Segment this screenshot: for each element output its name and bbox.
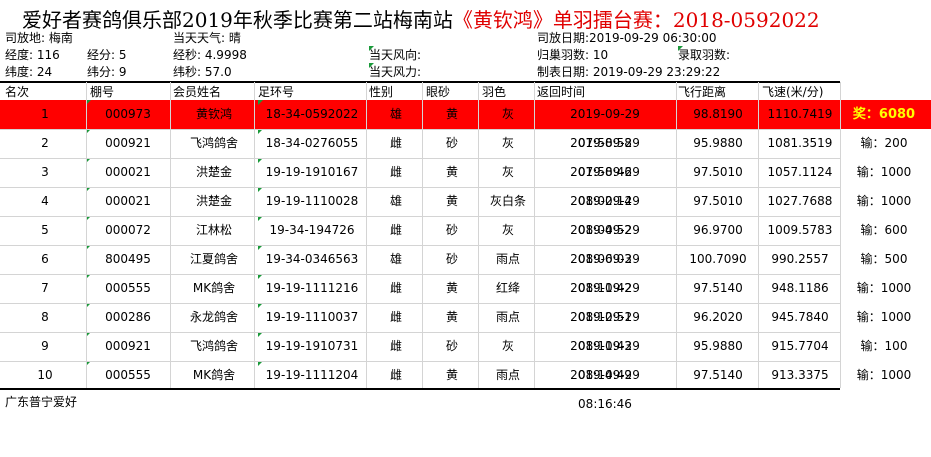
sheet-title: 爱好者赛鸽俱乐部2019年秋季比赛第二站梅南站《黄钦鸿》单羽擂台赛：2018-0… [22,4,820,32]
table-row[interactable]: 2 000921 飞鸿鸽舍 18-34-0276055 雌砂灰 2019-09-29 07… [0,129,931,179]
grid-line [86,82,87,388]
grid-line [840,82,841,388]
header-speed: 飞速(米/分) [762,85,824,99]
grid-line [478,82,479,388]
grid-line [0,245,840,246]
table-row[interactable]: 8 000286 永龙鸽舍 19-19-1110037 雌黄雨点 2019-09-29 0… [0,303,931,353]
table-row[interactable]: 9 000921 飞鸿鸽舍 19-19-1910731 雌砂灰 2019-09-29 08… [0,332,931,382]
grid-line [534,82,535,388]
wind-force: 当天风力: [369,65,422,79]
header-distance: 飞行距离 [678,85,727,99]
header-rank: 名次 [5,85,30,99]
header-ring: 足环号 [258,85,295,99]
latitude: 纬度: 24 [5,65,53,79]
header-eye: 眼砂 [426,85,451,99]
grid-line [0,187,840,188]
release-place: 司放地: 梅南 [5,31,73,45]
header-time: 返回时间 [537,85,586,99]
header-top-border [0,81,840,83]
grid-line [0,303,840,304]
returned-count: 归巢羽数: 10 [537,48,609,62]
grid-line [0,129,840,130]
cell-time[interactable]: 2019-09-29 08:11:42 [545,245,665,295]
grid-line [422,82,423,388]
grid-line [0,361,840,362]
latitude-second: 纬秒: 57.0 [173,65,232,79]
cell-time[interactable]: 2019-09-29 07:58:46 [545,129,665,179]
grid-line [0,158,840,159]
table-row[interactable]: 10 000555 MK鸽舍 19-19-1111204 雌黄雨点 2019-09-29 … [0,361,931,411]
cell-marker-icon [258,100,263,105]
table-row[interactable]: 4 000021 洪楚金 19-19-1110028 雄黄灰白条 2019-09-29 0… [0,187,931,237]
grid-line [0,332,840,333]
cell-time[interactable]: 2019-09-29 08:06:03 [545,216,665,266]
table-row[interactable]: 5 000072 江林松 19-34-194726 雌砂灰 2019-09-29 08:0… [0,216,931,266]
header-loft: 棚号 [90,85,115,99]
cell-marker-icon [369,46,374,51]
grid-line [0,274,840,275]
header-sex: 性别 [369,85,394,99]
cell-marker-icon [369,63,374,68]
cell-time[interactable]: 2019-09-29 07:58:58 [545,100,665,150]
cell-time[interactable]: 2019-09-29 08:02:14 [545,158,665,208]
wind-direction: 当天风向: [369,48,422,62]
header-member: 会员姓名 [173,85,222,99]
longitude: 经度: 116 [5,48,60,62]
footer-text: 广东普宁爱好 [5,395,78,409]
grid-line [366,82,367,388]
table-bottom-border [0,388,840,390]
cell-time[interactable]: 2019-09-29 08:14:49 [545,332,665,382]
longitude-second: 经秒: 4.9998 [173,48,247,62]
title-highlight: 《黄钦鸿》单羽擂台赛：2018-0592022 [452,8,820,32]
title-main: 爱好者赛鸽俱乐部2019年秋季比赛第二站梅南站 [22,8,453,32]
recorded-count: 录取羽数: [678,48,731,62]
cell-time[interactable]: 2019-09-29 08:11:43 [545,303,665,353]
table-row[interactable]: 6 800495 江夏鸽舍 19-34-0346563 雄砂雨点 2019-09-29 0… [0,245,931,295]
grid-line [170,82,171,388]
table-row[interactable]: 1 000973 黄钦鸿 18-34-0592022 雄黄灰 2019-09-29 07:… [0,100,931,150]
header-color: 羽色 [482,85,507,99]
weather: 当天天气: 晴 [173,31,241,45]
cell-time[interactable]: 2019-09-29 08:16:46 [545,361,665,411]
cell-time[interactable]: 2019-09-29 08:04:52 [545,187,665,237]
release-date: 司放日期:2019-09-29 06:30:00 [537,31,717,45]
grid-line [758,82,759,388]
grid-line [0,216,840,217]
longitude-minute: 经分: 5 [87,48,127,62]
latitude-minute: 纬分: 9 [87,65,127,79]
table-row[interactable]: 3 000021 洪楚金 19-19-1910167 雌黄灰 2019-09-29 08:… [0,158,931,208]
created-date: 制表日期: 2019-09-29 23:29:22 [537,65,721,79]
cell-time[interactable]: 2019-09-29 08:12:51 [545,274,665,324]
grid-line [676,82,677,388]
table-row[interactable]: 7 000555 MK鸽舍 19-19-1111216 雌黄红绛 2019-09-29 0… [0,274,931,324]
cell-marker-icon [678,46,683,51]
grid-line [254,82,255,388]
